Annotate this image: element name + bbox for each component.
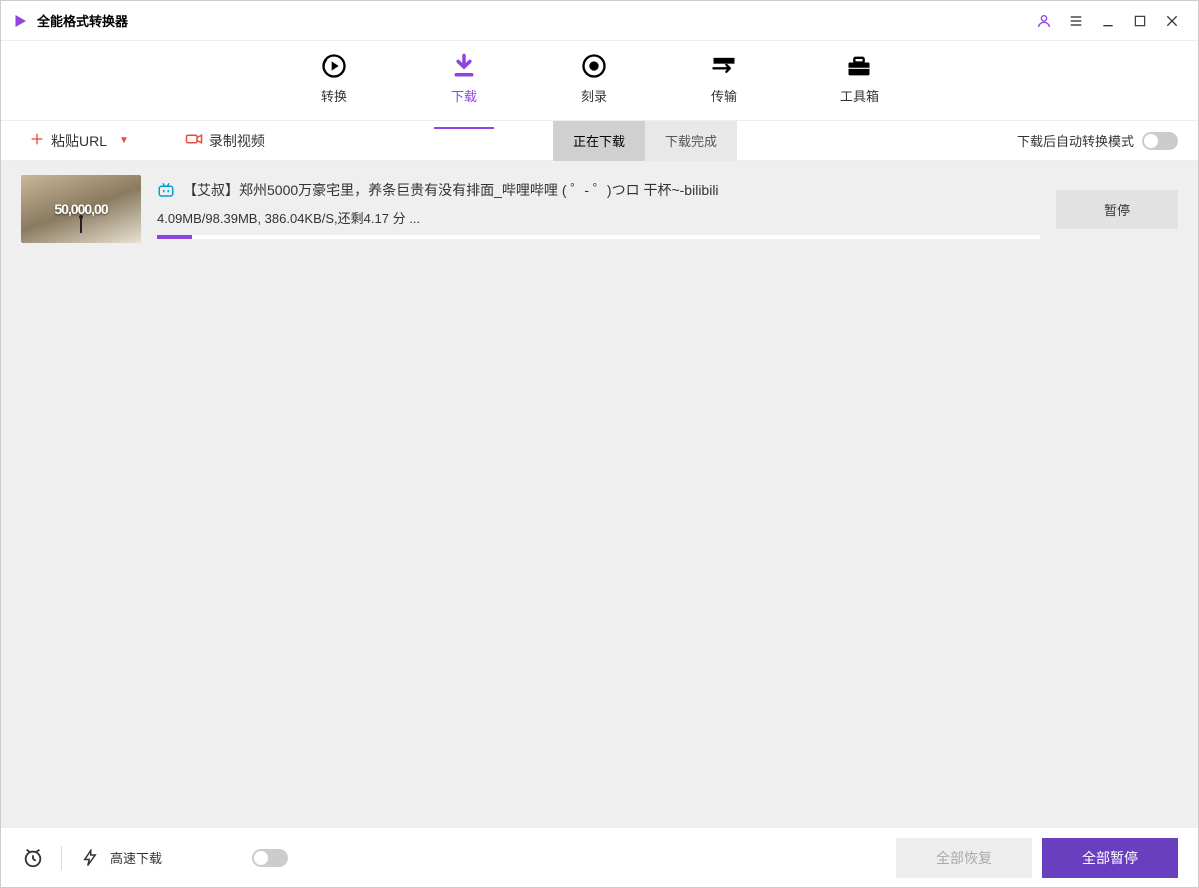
plus-icon	[29, 131, 45, 150]
tab-toolbox[interactable]: 工具箱	[824, 44, 895, 117]
tab-label: 转换	[321, 86, 347, 105]
minimize-icon[interactable]	[1098, 11, 1118, 31]
toolbar: 粘贴URL ▼ 录制视频 正在下载 下载完成 下载后自动转换模式	[1, 121, 1198, 161]
download-icon	[450, 52, 478, 80]
resume-all-button[interactable]: 全部恢复	[896, 838, 1032, 878]
tab-label: 刻录	[581, 86, 607, 105]
record-video-button[interactable]: 录制视频	[177, 126, 273, 155]
progress-bar	[157, 235, 1040, 239]
segment-tabs: 正在下载 下载完成	[553, 121, 737, 161]
menu-icon[interactable]	[1066, 11, 1086, 31]
record-video-label: 录制视频	[209, 131, 265, 151]
highspeed-toggle[interactable]	[252, 849, 288, 867]
download-list: 50,000,00 【艾叔】郑州5000万豪宅里，养条巨贵有没有排面_哔哩哔哩 …	[1, 161, 1198, 827]
download-status: 4.09MB/98.39MB, 386.04KB/S,还剩4.17 分 ...	[157, 208, 1040, 227]
seg-tab-downloading[interactable]: 正在下载	[553, 121, 645, 161]
close-icon[interactable]	[1162, 11, 1182, 31]
nav-tabs: 转换 下载 刻录 传输 工具箱	[1, 41, 1198, 121]
highspeed-label: 高速下载	[110, 848, 162, 867]
bottombar: 高速下载 全部恢复 全部暂停	[1, 827, 1198, 887]
titlebar: 全能格式转换器	[1, 1, 1198, 41]
thumb-figure	[76, 215, 86, 237]
video-title: 【艾叔】郑州5000万豪宅里，养条巨贵有没有排面_哔哩哔哩 ( ゜- ゜)つロ …	[183, 180, 719, 200]
chevron-down-icon: ▼	[119, 135, 129, 146]
lightning-icon	[78, 846, 102, 870]
tab-transfer[interactable]: 传输	[694, 44, 754, 117]
schedule-icon[interactable]	[21, 846, 45, 870]
maximize-icon[interactable]	[1130, 11, 1150, 31]
transfer-icon	[710, 52, 738, 80]
paste-url-label: 粘贴URL	[51, 131, 107, 151]
tab-label: 工具箱	[840, 86, 879, 105]
tab-download[interactable]: 下载	[434, 44, 494, 117]
pause-all-button[interactable]: 全部暂停	[1042, 838, 1178, 878]
progress-fill	[157, 235, 192, 239]
video-thumbnail[interactable]: 50,000,00	[21, 175, 141, 243]
auto-convert-toggle[interactable]	[1142, 132, 1178, 150]
table-row: 50,000,00 【艾叔】郑州5000万豪宅里，养条巨贵有没有排面_哔哩哔哩 …	[1, 161, 1198, 257]
camera-icon	[185, 130, 203, 151]
account-icon[interactable]	[1034, 11, 1054, 31]
tab-burn[interactable]: 刻录	[564, 44, 624, 117]
convert-icon	[320, 52, 348, 80]
paste-url-button[interactable]: 粘贴URL ▼	[21, 127, 137, 155]
bilibili-icon	[157, 181, 175, 199]
toolbox-icon	[845, 52, 873, 80]
tab-label: 传输	[711, 86, 737, 105]
pause-button[interactable]: 暂停	[1056, 190, 1178, 229]
auto-convert-label: 下载后自动转换模式	[1017, 131, 1134, 150]
burn-icon	[580, 52, 608, 80]
app-logo-icon	[11, 12, 29, 30]
tab-label: 下载	[451, 86, 477, 105]
tab-convert[interactable]: 转换	[304, 44, 364, 117]
app-title: 全能格式转换器	[37, 11, 128, 30]
seg-tab-completed[interactable]: 下载完成	[645, 121, 737, 161]
